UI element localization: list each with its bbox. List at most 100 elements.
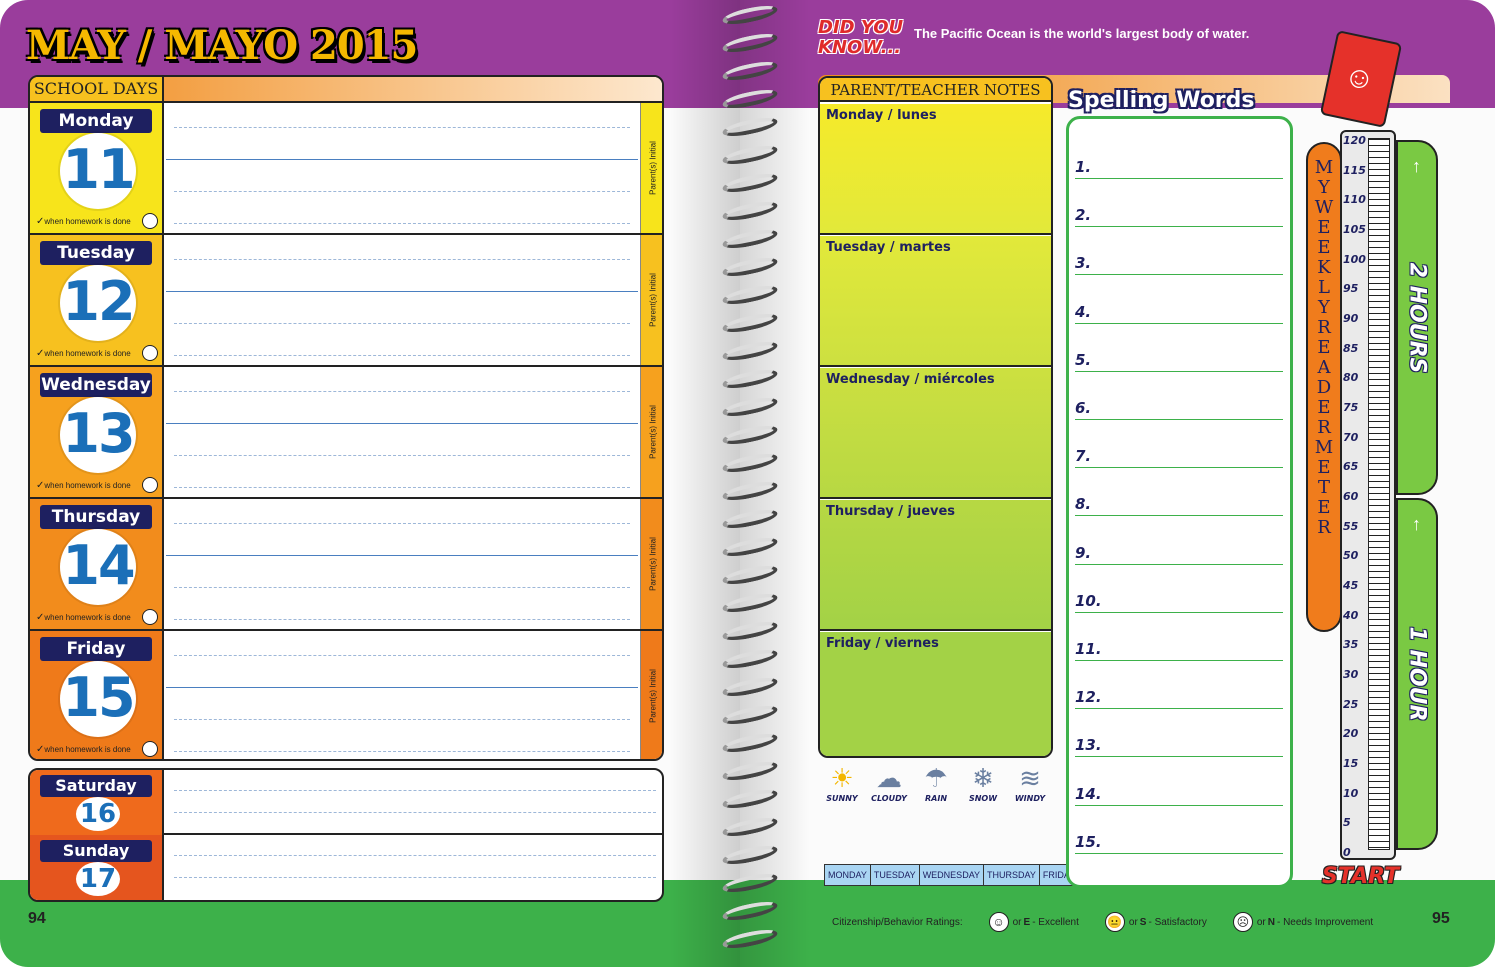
day-name: Friday	[40, 637, 152, 661]
spelling-line[interactable]: 12.	[1075, 679, 1283, 710]
day-number-circle: 14	[60, 529, 136, 605]
spelling-line[interactable]: 8.	[1075, 486, 1283, 517]
note-cell[interactable]: Friday / viernes	[820, 632, 1051, 756]
day-name: Tuesday	[40, 241, 152, 265]
spelling-line[interactable]: 9.	[1075, 535, 1283, 565]
homework-done-checkbox[interactable]	[142, 345, 158, 361]
meter-tick-label: 0	[1343, 846, 1351, 859]
homework-done-checkbox[interactable]	[142, 609, 158, 625]
note-cell[interactable]: Tuesday / martes	[820, 236, 1051, 367]
spelling-line[interactable]: 5.	[1075, 342, 1283, 372]
note-cell[interactable]: Thursday / jueves	[820, 500, 1051, 631]
wind-icon: ≋	[1019, 763, 1041, 793]
parent-initial-label: Parent(s) Initial	[648, 537, 657, 591]
weekday-cell[interactable]: THURSDAY	[984, 865, 1040, 885]
homework-done-checkbox[interactable]	[142, 213, 158, 229]
parent-initial-box[interactable]: Parent(s) Initial	[640, 103, 662, 233]
spelling-line[interactable]: 15.	[1075, 824, 1283, 854]
ratings-label: Citizenship/Behavior Ratings:	[832, 916, 963, 928]
school-days-panel: SCHOOL DAYS Monday 11 ✓when homework is do…	[28, 75, 664, 761]
note-cell[interactable]: Wednesday / miércoles	[820, 368, 1051, 499]
rating-prefix: or	[1012, 916, 1022, 928]
spiral-coil	[721, 422, 779, 448]
parent-initial-box[interactable]: Parent(s) Initial	[640, 235, 662, 365]
weekend-day-name: Sunday	[40, 840, 152, 862]
sun-icon: ☀	[830, 763, 854, 793]
meter-tick-label: 35	[1343, 638, 1359, 652]
weather-option[interactable]: ≋ WINDY	[1008, 762, 1052, 803]
start-label: START	[1322, 864, 1400, 889]
weekday-cell[interactable]: MONDAY	[825, 865, 871, 885]
weekday-cell[interactable]: TUESDAY	[871, 865, 920, 885]
spelling-number: 9.	[1075, 543, 1092, 562]
weekend-writing-area[interactable]	[166, 770, 662, 835]
spelling-words-panel: 1. 2. 3. 4. 5. 6. 7. 8. 9. 10. 11. 12. 13. 14. 15.	[1066, 116, 1293, 888]
homework-done-checkbox[interactable]	[142, 477, 158, 493]
spiral-coil	[721, 478, 779, 504]
homework-done-checkbox[interactable]	[142, 741, 158, 757]
spiral-coil	[721, 2, 779, 28]
meter-tick-label: 70	[1343, 430, 1359, 444]
weekday-cell[interactable]: WEDNESDAY	[920, 865, 985, 885]
parent-initial-box[interactable]: Parent(s) Initial	[640, 367, 662, 497]
spelling-line[interactable]: 3.	[1075, 245, 1283, 276]
day-number: 13	[62, 402, 135, 465]
spiral-coil	[721, 114, 779, 140]
note-cell[interactable]: Monday / lunes	[820, 104, 1051, 235]
spiral-coil	[721, 338, 779, 364]
spelling-line[interactable]: 2.	[1075, 197, 1283, 228]
homework-writing-area[interactable]	[166, 103, 638, 233]
spelling-line[interactable]: 14.	[1075, 776, 1283, 806]
spiral-coil	[721, 142, 779, 168]
day-row: Wednesday 13 ✓when homework is done Parent(…	[30, 367, 662, 499]
up-arrow-icon: ↑	[1412, 156, 1421, 176]
school-days-header: SCHOOL DAYS	[30, 77, 662, 103]
spelling-line[interactable]: 4.	[1075, 294, 1283, 324]
weekend-writing-area[interactable]	[166, 835, 662, 900]
spiral-coil	[721, 366, 779, 392]
homework-writing-area[interactable]	[166, 367, 638, 497]
spelling-line[interactable]: 1.	[1075, 149, 1283, 179]
note-day-label: Thursday / jueves	[826, 504, 956, 519]
spiral-coil	[721, 450, 779, 476]
two-hours-label: 2 HOURS	[1404, 262, 1430, 373]
meter-tick-label: 25	[1343, 697, 1359, 711]
weekend-day-number: 16	[79, 799, 117, 829]
meter-tick-label: 115	[1343, 163, 1366, 177]
spiral-coil	[721, 86, 779, 112]
spiral-coil	[721, 254, 779, 280]
spelling-line[interactable]: 7.	[1075, 438, 1283, 469]
meter-tick-label: 75	[1343, 401, 1359, 414]
rating-face-icon: 😐	[1104, 912, 1125, 932]
homework-writing-area[interactable]	[166, 499, 638, 629]
day-number: 12	[62, 270, 135, 333]
day-name: Monday	[40, 109, 152, 133]
weather-option[interactable]: ❄ SNOW	[961, 762, 1005, 803]
weather-option[interactable]: ☀ SUNNY	[820, 762, 864, 803]
weekend-row: Sunday 17	[30, 835, 662, 900]
parent-initial-box[interactable]: Parent(s) Initial	[640, 499, 662, 629]
spelling-line[interactable]: 13.	[1075, 727, 1283, 758]
day-row: Tuesday 12 ✓when homework is done Parent(s)…	[30, 235, 662, 367]
meter-tick-label: 105	[1343, 223, 1366, 236]
behavior-ratings: Citizenship/Behavior Ratings: ☺ or E - Exce…	[832, 908, 1373, 936]
homework-writing-area[interactable]	[166, 631, 638, 759]
weekday-checkboxes: MONDAY TUESDAY WEDNESDAY THURSDAY FRIDAY	[824, 864, 1080, 886]
day-number-circle: 15	[60, 661, 136, 737]
weather-option[interactable]: ☂ RAIN	[914, 762, 958, 803]
day-name: Thursday	[40, 505, 152, 529]
parent-initial-label: Parent(s) Initial	[648, 669, 657, 723]
weather-option[interactable]: ☁ CLOUDY	[867, 762, 911, 803]
parent-initial-box[interactable]: Parent(s) Initial	[640, 631, 662, 759]
spelling-number: 11.	[1075, 640, 1102, 658]
parent-initial-label: Parent(s) Initial	[648, 405, 657, 459]
rating-letter: N	[1267, 916, 1275, 928]
spelling-line[interactable]: 10.	[1075, 583, 1283, 613]
day-number: 15	[62, 666, 135, 729]
spelling-line[interactable]: 6.	[1075, 390, 1283, 420]
spelling-line[interactable]: 11.	[1075, 631, 1283, 661]
reader-meter-label: MY WEEKLY READER METER	[1314, 157, 1334, 538]
spelling-number: 7.	[1075, 447, 1092, 466]
homework-writing-area[interactable]	[166, 235, 638, 365]
weather-label: CLOUDY	[871, 794, 907, 803]
